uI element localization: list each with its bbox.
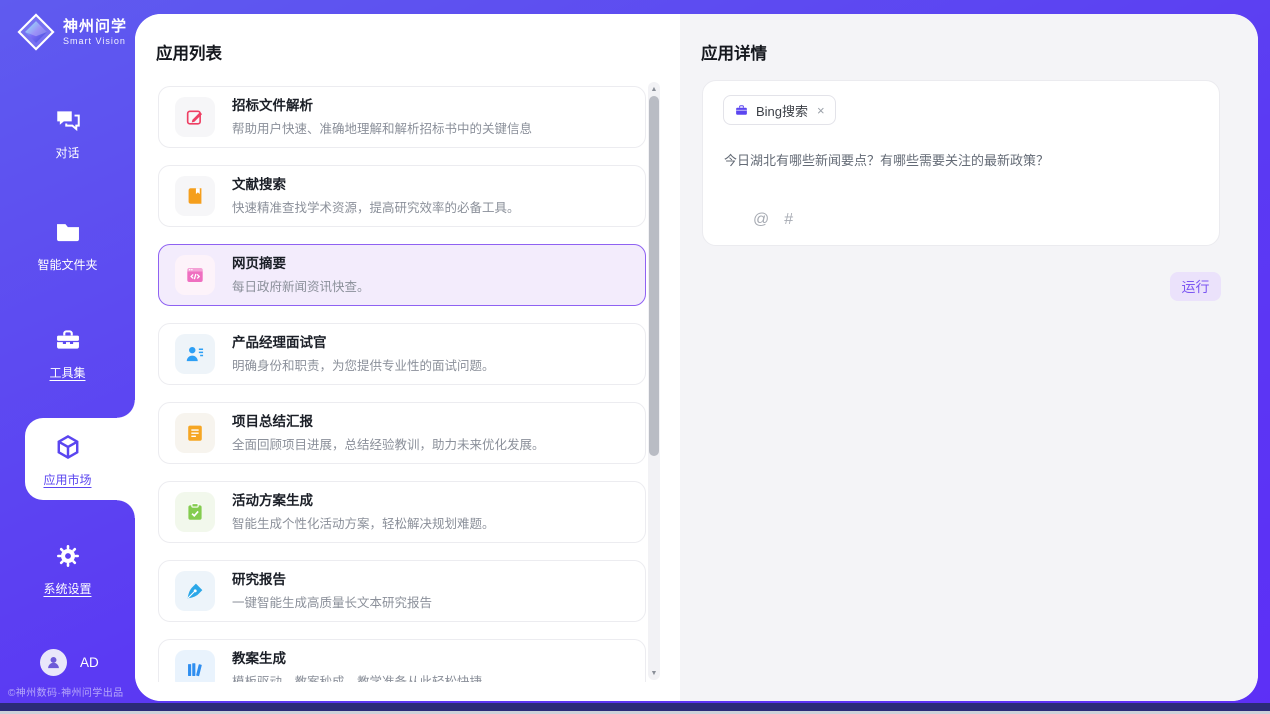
app-card-description: 全面回顾项目进展，总结经验教训，助力未来优化发展。 <box>232 434 545 453</box>
sidebar-item-label: 智能文件夹 <box>0 256 135 273</box>
app-card-description: 智能生成个性化活动方案，轻松解决规划难题。 <box>232 513 495 532</box>
app-card-title: 文献搜索 <box>232 176 520 193</box>
app-card-description: 每日政府新闻资讯快查。 <box>232 276 370 295</box>
composer-toolbar: @ # <box>722 211 793 229</box>
cube-icon <box>54 433 82 461</box>
app-icon <box>175 255 215 295</box>
scroll-up-icon[interactable]: ▲ <box>648 83 660 95</box>
bottom-strip <box>0 703 1270 711</box>
app-card-title: 活动方案生成 <box>232 492 495 509</box>
app-detail-panel: 应用详情 Bing搜索 × 今日湖北有哪些新闻要点？有哪些需要关注的最新政策？ … <box>680 14 1258 701</box>
toolbox-icon <box>54 326 82 354</box>
sidebar-item-toolbox[interactable]: 工具集 <box>0 326 135 381</box>
sidebar-item-gear[interactable]: 系统设置 <box>0 542 135 597</box>
app-card-description: 模板驱动，教案秒成，教学准备从此轻松快捷 <box>232 671 482 682</box>
app-icon <box>175 492 215 532</box>
book-icon <box>184 185 206 207</box>
browser-code-icon <box>184 264 206 286</box>
avatar <box>40 649 67 676</box>
scrollbar-thumb[interactable] <box>649 96 659 456</box>
copyright-footer: ©神州数码·神州问学出品 <box>8 684 138 699</box>
app-card-title: 招标文件解析 <box>232 97 532 114</box>
app-card-description: 快速精准查找学术资源，提高研究效率的必备工具。 <box>232 197 520 216</box>
app-card[interactable]: 活动方案生成 智能生成个性化活动方案，轻松解决规划难题。 <box>158 481 646 543</box>
user-name: AD <box>80 655 99 670</box>
briefcase-icon <box>734 103 749 118</box>
clipboard-check-icon <box>184 501 206 523</box>
app-card-description: 帮助用户快速、准确地理解和解析招标书中的关键信息 <box>232 118 532 137</box>
app-card[interactable]: 项目总结汇报 全面回顾项目进展，总结经验教训，助力未来优化发展。 <box>158 402 646 464</box>
app-card-list: 招标文件解析 帮助用户快速、准确地理解和解析招标书中的关键信息 文献搜索 快速精… <box>158 86 646 682</box>
app-card-description: 明确身份和职责，为您提供专业性的面试问题。 <box>232 355 495 374</box>
tag-close-icon[interactable]: × <box>817 104 825 117</box>
app-card-title: 研究报告 <box>232 571 432 588</box>
scroll-down-icon[interactable]: ▼ <box>648 667 660 679</box>
app-icon <box>175 650 215 682</box>
edit-pencil-icon <box>184 106 206 128</box>
user-icon <box>45 654 62 671</box>
app-card-title: 项目总结汇报 <box>232 413 545 430</box>
sidebar-nav: 对话 智能文件夹 工具集 应用市场 系统设置 <box>0 0 135 714</box>
app-card[interactable]: 产品经理面试官 明确身份和职责，为您提供专业性的面试问题。 <box>158 323 646 385</box>
query-input[interactable]: 今日湖北有哪些新闻要点？有哪些需要关注的最新政策？ <box>724 151 1194 170</box>
hash-icon[interactable]: # <box>784 211 793 229</box>
prompt-card: Bing搜索 × 今日湖北有哪些新闻要点？有哪些需要关注的最新政策？ @ # <box>702 80 1220 246</box>
sidebar-item-cube[interactable]: 应用市场 <box>0 433 135 488</box>
sidebar-item-chat[interactable]: 对话 <box>0 106 135 161</box>
app-card-title: 网页摘要 <box>232 255 370 272</box>
user-row[interactable]: AD <box>40 649 99 676</box>
app-card[interactable]: 网页摘要 每日政府新闻资讯快查。 <box>158 244 646 306</box>
app-root: { "brand": { "name": "神州问学", "subtitle":… <box>0 0 1270 714</box>
folder-icon <box>54 218 82 246</box>
main-content: 应用列表 招标文件解析 帮助用户快速、准确地理解和解析招标书中的关键信息 文献搜… <box>135 14 1258 701</box>
interviewer-icon <box>184 343 206 365</box>
sidebar-item-folder[interactable]: 智能文件夹 <box>0 218 135 273</box>
sidebar-item-label: 系统设置 <box>0 580 135 597</box>
tool-tag-bing-search[interactable]: Bing搜索 × <box>723 95 836 125</box>
app-icon <box>175 97 215 137</box>
tool-tag-label: Bing搜索 <box>756 101 808 120</box>
app-card-description: 一键智能生成高质量长文本研究报告 <box>232 592 432 611</box>
app-card[interactable]: 教案生成 模板驱动，教案秒成，教学准备从此轻松快捷 <box>158 639 646 682</box>
books-icon <box>184 659 206 681</box>
app-icon <box>175 176 215 216</box>
gear-icon <box>54 542 82 570</box>
app-card-title: 产品经理面试官 <box>232 334 495 351</box>
app-icon <box>175 571 215 611</box>
app-card[interactable]: 招标文件解析 帮助用户快速、准确地理解和解析招标书中的关键信息 <box>158 86 646 148</box>
run-button[interactable]: 运行 <box>1170 272 1221 301</box>
attachment-icon[interactable] <box>722 212 738 228</box>
chat-icon <box>54 106 82 134</box>
app-detail-title: 应用详情 <box>701 40 767 64</box>
sidebar-item-label: 对话 <box>0 144 135 161</box>
sidebar-item-label: 应用市场 <box>0 471 135 488</box>
app-card[interactable]: 文献搜索 快速精准查找学术资源，提高研究效率的必备工具。 <box>158 165 646 227</box>
sidebar-item-label: 工具集 <box>0 364 135 381</box>
scrollbar[interactable]: ▲ ▼ <box>648 82 660 680</box>
app-card-title: 教案生成 <box>232 650 482 667</box>
app-icon <box>175 413 215 453</box>
notes-icon <box>184 422 206 444</box>
app-icon <box>175 334 215 374</box>
mention-icon[interactable]: @ <box>753 211 769 229</box>
app-list-panel: 应用列表 招标文件解析 帮助用户快速、准确地理解和解析招标书中的关键信息 文献搜… <box>135 14 680 701</box>
app-list-title: 应用列表 <box>156 40 222 64</box>
research-pen-icon <box>184 580 206 602</box>
sidebar: 神州问学 Smart Vision 对话 智能文件夹 工具集 应用市场 系统设置… <box>0 0 135 714</box>
app-card[interactable]: 研究报告 一键智能生成高质量长文本研究报告 <box>158 560 646 622</box>
